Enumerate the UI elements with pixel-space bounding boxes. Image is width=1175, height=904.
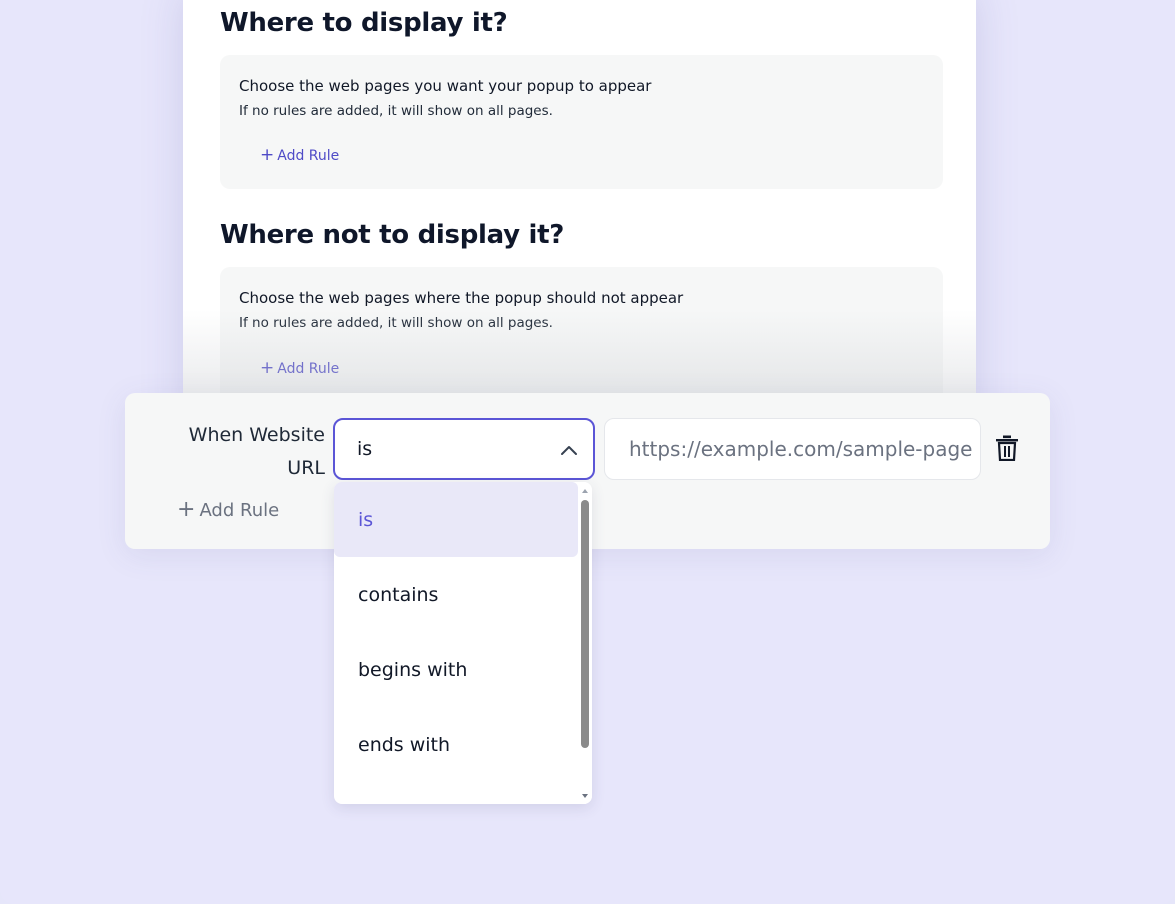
dropdown-scrollbar[interactable] bbox=[578, 482, 592, 804]
dropdown-option-ends-with[interactable]: ends with bbox=[334, 707, 578, 782]
section-title-not-display: Where not to display it? bbox=[220, 220, 565, 250]
page-background: Where to display it? Choose the web page… bbox=[0, 0, 1175, 904]
add-rule-label: Add Rule bbox=[277, 360, 340, 377]
scroll-down-arrow-icon[interactable] bbox=[581, 792, 589, 800]
exclude-rules-subtext: If no rules are added, it will show on a… bbox=[239, 315, 553, 331]
chevron-up-icon bbox=[561, 446, 577, 455]
exclude-rules-heading: Choose the web pages where the popup sho… bbox=[239, 289, 684, 307]
rule-field-label: When Website URL bbox=[188, 424, 325, 479]
display-rules-heading: Choose the web pages you want your popup… bbox=[239, 77, 652, 95]
add-rule-button-display[interactable]: + Add Rule bbox=[260, 147, 339, 164]
section-title-display: Where to display it? bbox=[220, 8, 508, 38]
add-rule-label: Add Rule bbox=[199, 499, 280, 521]
plus-icon: + bbox=[260, 145, 275, 165]
scroll-up-arrow-icon[interactable] bbox=[581, 487, 589, 495]
dropdown-option-begins-with[interactable]: begins with bbox=[334, 632, 578, 707]
plus-icon: + bbox=[260, 358, 275, 378]
add-rule-button-exclude[interactable]: + Add Rule bbox=[260, 360, 339, 377]
plus-icon: + bbox=[177, 497, 196, 522]
dropdown-option-is[interactable]: is bbox=[334, 482, 578, 557]
condition-select-value: is bbox=[357, 438, 373, 460]
add-rule-label: Add Rule bbox=[277, 147, 340, 164]
scrollbar-thumb[interactable] bbox=[581, 500, 589, 748]
display-rules-subtext: If no rules are added, it will show on a… bbox=[239, 103, 553, 119]
condition-dropdown-menu: is contains begins with ends with bbox=[334, 482, 592, 804]
dropdown-option-contains[interactable]: contains bbox=[334, 557, 578, 632]
display-rules-box: Choose the web pages you want your popup… bbox=[220, 55, 943, 189]
url-input[interactable] bbox=[604, 418, 981, 480]
settings-card: Where to display it? Choose the web page… bbox=[183, 0, 976, 420]
add-rule-button-url[interactable]: + Add Rule bbox=[177, 499, 279, 521]
condition-select[interactable]: is bbox=[333, 418, 595, 480]
trash-icon[interactable] bbox=[995, 435, 1019, 461]
exclude-rules-box: Choose the web pages where the popup sho… bbox=[220, 267, 943, 407]
